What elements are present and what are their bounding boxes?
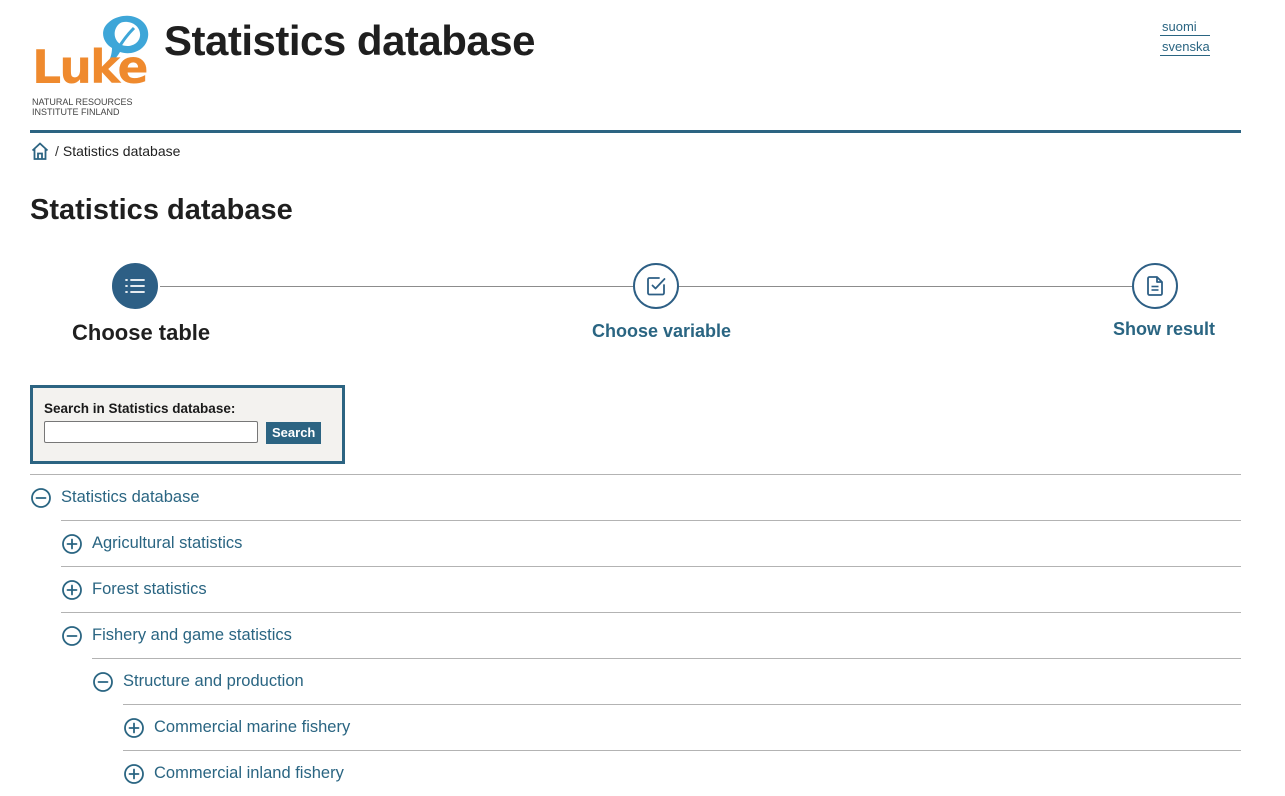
language-link-svenska[interactable]: svenska xyxy=(1160,38,1210,56)
tree-item-structure-and-production[interactable]: Structure and production xyxy=(92,658,1241,704)
expand-icon[interactable] xyxy=(61,579,83,601)
logo-subtitle-line1: NATURAL RESOURCES xyxy=(32,97,133,107)
search-label: Search in Statistics database: xyxy=(44,401,236,416)
logo-wordmark: Luke xyxy=(32,40,149,94)
breadcrumb-current: Statistics database xyxy=(62,143,181,159)
stepper: Choose table Choose variable Show result xyxy=(0,260,1285,360)
tree-item-label[interactable]: Agricultural statistics xyxy=(92,534,242,553)
step-choose-variable-label[interactable]: Choose variable xyxy=(592,319,731,343)
step-show-result-button[interactable] xyxy=(1132,263,1178,309)
logo-subtitle-line2: INSTITUTE FINLAND xyxy=(32,107,120,117)
expand-icon[interactable] xyxy=(123,763,145,785)
tree-item-label[interactable]: Statistics database xyxy=(61,488,200,507)
search-button[interactable]: Search xyxy=(266,422,322,444)
tree-item-agricultural-statistics[interactable]: Agricultural statistics xyxy=(61,520,1241,566)
document-icon xyxy=(1147,276,1163,296)
search-input[interactable] xyxy=(44,421,258,443)
search-panel: Search in Statistics database: Search xyxy=(30,385,345,464)
collapse-icon[interactable] xyxy=(30,487,52,509)
home-icon xyxy=(31,142,49,160)
language-switcher: suomi svenska xyxy=(1160,18,1210,58)
page-title: Statistics database xyxy=(30,194,293,226)
header-divider xyxy=(30,130,1241,133)
breadcrumb-separator: / xyxy=(55,143,59,159)
step-choose-table-button[interactable] xyxy=(112,263,158,309)
tree-item-label[interactable]: Commercial marine fishery xyxy=(154,718,350,737)
collapse-icon[interactable] xyxy=(92,671,114,693)
tree-item-fishery-and-game-statistics[interactable]: Fishery and game statistics xyxy=(61,612,1241,658)
tree-item-label[interactable]: Structure and production xyxy=(123,672,304,691)
list-icon xyxy=(125,279,145,293)
tree-item-label[interactable]: Forest statistics xyxy=(92,580,207,599)
step-show-result-label[interactable]: Show result xyxy=(1113,317,1215,341)
expand-icon[interactable] xyxy=(123,717,145,739)
site-title: Statistics database xyxy=(164,17,536,64)
tree-item-commercial-marine-fishery[interactable]: Commercial marine fishery xyxy=(123,704,1241,750)
tree-item-label[interactable]: Commercial inland fishery xyxy=(154,764,344,783)
tree-item-statistics-database[interactable]: Statistics database xyxy=(30,474,1241,520)
logo-subtitle: NATURAL RESOURCES INSTITUTE FINLAND xyxy=(32,97,152,117)
collapse-icon[interactable] xyxy=(61,625,83,647)
expand-icon[interactable] xyxy=(61,533,83,555)
breadcrumb: / Statistics database xyxy=(30,140,180,162)
step-choose-table-label: Choose table xyxy=(72,320,211,345)
step-choose-variable-button[interactable] xyxy=(633,263,679,309)
tree-item-label[interactable]: Fishery and game statistics xyxy=(92,626,292,645)
luke-logo[interactable]: Luke NATURAL RESOURCES INSTITUTE FINLAND xyxy=(30,12,155,122)
checkbox-icon xyxy=(647,277,666,296)
tree-item-forest-statistics[interactable]: Forest statistics xyxy=(61,566,1241,612)
home-link[interactable] xyxy=(30,141,50,161)
tree-item-commercial-inland-fishery[interactable]: Commercial inland fishery xyxy=(123,750,1241,796)
language-link-suomi[interactable]: suomi xyxy=(1160,18,1210,36)
site-header: Luke NATURAL RESOURCES INSTITUTE FINLAND… xyxy=(0,0,1285,134)
